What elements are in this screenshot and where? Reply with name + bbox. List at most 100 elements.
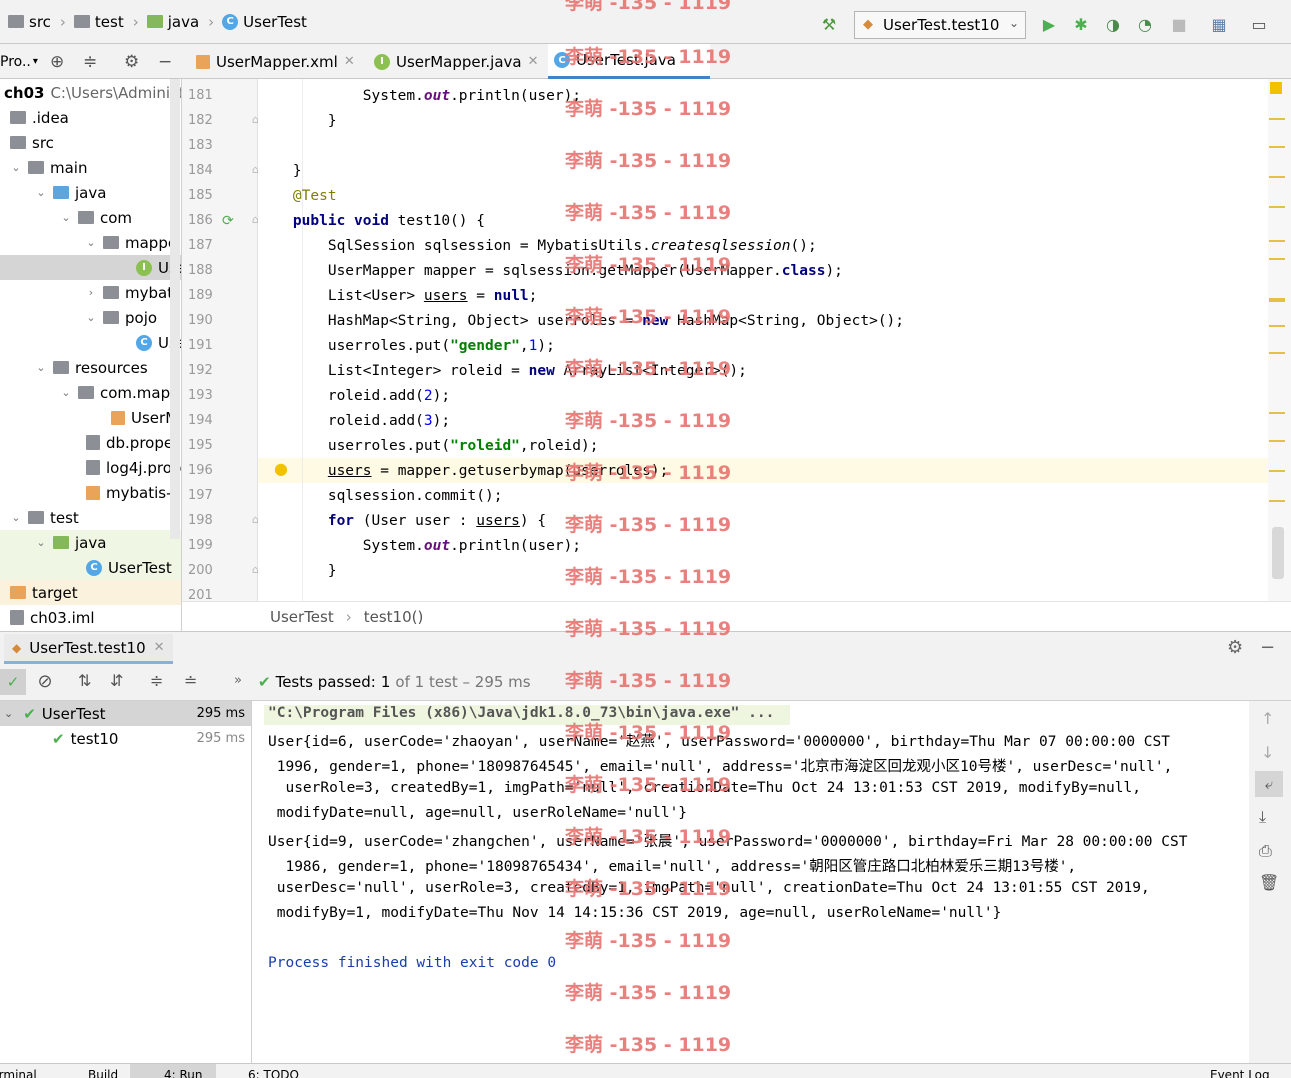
breadcrumb-src[interactable]: src › bbox=[8, 13, 66, 31]
status-run[interactable]: 4: Run bbox=[164, 1068, 203, 1078]
chevron-down-icon[interactable]: ⌄ bbox=[85, 236, 97, 249]
tree-item[interactable]: mybatis-c bbox=[86, 480, 180, 505]
tree-item[interactable]: ⌄ com bbox=[60, 205, 132, 230]
tree-item[interactable]: .idea bbox=[10, 105, 69, 130]
status-terminal[interactable]: Terminal bbox=[0, 1068, 37, 1078]
tree-item[interactable]: target bbox=[10, 580, 78, 605]
project-panel-title[interactable]: Pro.. bbox=[0, 54, 31, 70]
tree-item[interactable]: ch03.iml bbox=[10, 605, 95, 630]
gear-icon[interactable]: ⚙ bbox=[1227, 637, 1243, 658]
status-build[interactable]: Build bbox=[88, 1068, 118, 1078]
run-test-gutter-icon[interactable]: ⟳ bbox=[222, 213, 234, 229]
chevron-down-icon[interactable]: ▾ bbox=[33, 56, 38, 67]
run-configuration-select[interactable]: ◆ UserTest.test10 ⌄ bbox=[854, 11, 1026, 39]
editor-crumb-method[interactable]: test10() bbox=[364, 608, 424, 626]
tree-item[interactable]: db.proper bbox=[86, 430, 179, 455]
tree-item[interactable]: C UserTest bbox=[86, 555, 172, 580]
error-stripe-mark[interactable] bbox=[1269, 240, 1285, 242]
test-row-usertest[interactable]: ⌄ ✔ UserTest 295 ms bbox=[0, 701, 251, 726]
error-stripe-mark[interactable] bbox=[1269, 500, 1285, 502]
sort-duration-icon[interactable]: ⇵ bbox=[110, 671, 123, 690]
status-todo[interactable]: 6: TODO bbox=[248, 1068, 299, 1078]
breadcrumb-java[interactable]: java › bbox=[146, 13, 214, 31]
show-ignored-icon[interactable]: ⊘ bbox=[34, 669, 56, 695]
tree-item[interactable]: UserM bbox=[111, 405, 178, 430]
coverage-icon[interactable]: ◑ bbox=[1104, 16, 1122, 34]
breadcrumb-test[interactable]: test › bbox=[73, 13, 139, 31]
chevron-down-icon[interactable]: ⌄ bbox=[10, 161, 22, 174]
more-icon[interactable]: » bbox=[234, 673, 242, 688]
debug-icon[interactable]: ✱ bbox=[1072, 16, 1090, 34]
tree-root[interactable]: ch03 C:\Users\Administ bbox=[4, 80, 181, 105]
tree-item[interactable]: ⌄ test bbox=[10, 505, 78, 530]
tree-item[interactable]: › mybati bbox=[85, 280, 177, 305]
tab-usermapper-java[interactable]: I UserMapper.java ✕ bbox=[368, 44, 545, 79]
chevron-right-icon[interactable]: › bbox=[85, 286, 97, 299]
project-structure-icon[interactable]: ▦ bbox=[1210, 16, 1228, 34]
error-stripe-mark[interactable] bbox=[1269, 146, 1285, 148]
inspection-status-icon[interactable] bbox=[1270, 82, 1282, 94]
soft-wrap-icon[interactable]: ⤶ bbox=[1255, 771, 1283, 797]
arrow-down-icon[interactable]: ↓ bbox=[1261, 743, 1274, 762]
chevron-down-icon[interactable]: ⌄ bbox=[60, 211, 72, 224]
test-row-test10[interactable]: ✔ test10 295 ms bbox=[0, 726, 251, 751]
chevron-down-icon[interactable]: ⌄ bbox=[85, 311, 97, 324]
minimize-icon[interactable]: − bbox=[1260, 637, 1275, 658]
collapse-icon[interactable]: ≑ bbox=[83, 52, 97, 72]
tab-usermapper-xml[interactable]: UserMapper.xml ✕ bbox=[190, 44, 361, 79]
editor-crumb-class[interactable]: UserTest bbox=[270, 608, 334, 626]
tree-item[interactable]: ⌄ pojo bbox=[85, 305, 157, 330]
trash-icon[interactable]: 🗑 bbox=[1259, 873, 1279, 892]
error-stripe-mark[interactable] bbox=[1269, 258, 1285, 260]
scrollbar-thumb[interactable] bbox=[1272, 527, 1284, 579]
tree-item[interactable]: ⌄ java bbox=[35, 530, 106, 555]
arrow-up-icon[interactable]: ↑ bbox=[1261, 709, 1274, 728]
tree-item[interactable]: ⌄ mappe bbox=[85, 230, 177, 255]
run-tab[interactable]: ◆ UserTest.test10 ✕ bbox=[4, 634, 173, 664]
error-stripe-mark[interactable] bbox=[1269, 176, 1285, 178]
chevron-down-icon[interactable]: ⌄ bbox=[4, 707, 13, 720]
status-event-log[interactable]: Event Log bbox=[1210, 1068, 1270, 1078]
tree-item[interactable]: ⌄ main bbox=[10, 155, 87, 180]
minimize-icon[interactable]: − bbox=[158, 52, 172, 72]
sort-alpha-icon[interactable]: ⇅ bbox=[78, 671, 91, 690]
stop-icon[interactable]: ■ bbox=[1170, 16, 1188, 34]
close-icon[interactable]: ✕ bbox=[154, 640, 165, 655]
show-passed-icon[interactable]: ✓ bbox=[0, 669, 26, 695]
lightbulb-icon[interactable]: ● bbox=[274, 459, 288, 478]
error-stripe-mark[interactable] bbox=[1269, 352, 1285, 354]
gear-icon[interactable]: ⚙ bbox=[124, 52, 139, 72]
chevron-down-icon[interactable]: ⌄ bbox=[35, 536, 47, 549]
chevron-down-icon[interactable]: ⌄ bbox=[35, 361, 47, 374]
hammer-build-icon[interactable]: ⚒ bbox=[820, 16, 838, 34]
error-stripe-mark[interactable] bbox=[1269, 470, 1285, 472]
error-stripe-mark[interactable] bbox=[1269, 206, 1285, 208]
close-icon[interactable]: ✕ bbox=[344, 54, 355, 69]
tree-item[interactable]: ⌄ com.mapp bbox=[60, 380, 179, 405]
tree-item[interactable]: ⌄ resources bbox=[35, 355, 147, 380]
scroll-to-end-icon[interactable]: ⤓ bbox=[1259, 807, 1266, 827]
breadcrumb-usertest[interactable]: C UserTest bbox=[222, 13, 307, 31]
chevron-down-icon[interactable]: ⌄ bbox=[35, 186, 47, 199]
tree-item[interactable]: src bbox=[10, 130, 54, 155]
close-icon[interactable]: ✕ bbox=[528, 54, 539, 69]
collapse-all-icon[interactable]: ≐ bbox=[184, 671, 197, 690]
run-icon[interactable]: ▶ bbox=[1040, 16, 1058, 34]
chevron-down-icon[interactable]: ⌄ bbox=[10, 511, 22, 524]
print-icon[interactable]: ⎙ bbox=[1259, 841, 1272, 861]
error-stripe-mark[interactable] bbox=[1269, 440, 1285, 442]
editor-scrollbar[interactable] bbox=[1268, 79, 1291, 601]
code-editor[interactable]: System.out.println(user); } } @Test publ… bbox=[258, 79, 1268, 601]
console-output[interactable]: "C:\Program Files (x86)\Java\jdk1.8.0_73… bbox=[252, 701, 1249, 1063]
tab-usertest-java[interactable]: C UserTest.java bbox=[548, 44, 710, 79]
window-icon[interactable]: ▭ bbox=[1250, 16, 1268, 34]
error-stripe-mark[interactable] bbox=[1269, 118, 1285, 120]
tree-item[interactable]: log4j.prop bbox=[86, 455, 181, 480]
error-stripe-mark[interactable] bbox=[1269, 412, 1285, 414]
error-stripe-mark[interactable] bbox=[1269, 298, 1285, 302]
locate-icon[interactable]: ⊕ bbox=[50, 52, 64, 72]
error-stripe-mark[interactable] bbox=[1269, 325, 1285, 327]
tree-item[interactable]: ⌄ java bbox=[35, 180, 106, 205]
profile-icon[interactable]: ◔ bbox=[1136, 16, 1154, 34]
tree-scrollbar[interactable] bbox=[170, 79, 180, 539]
